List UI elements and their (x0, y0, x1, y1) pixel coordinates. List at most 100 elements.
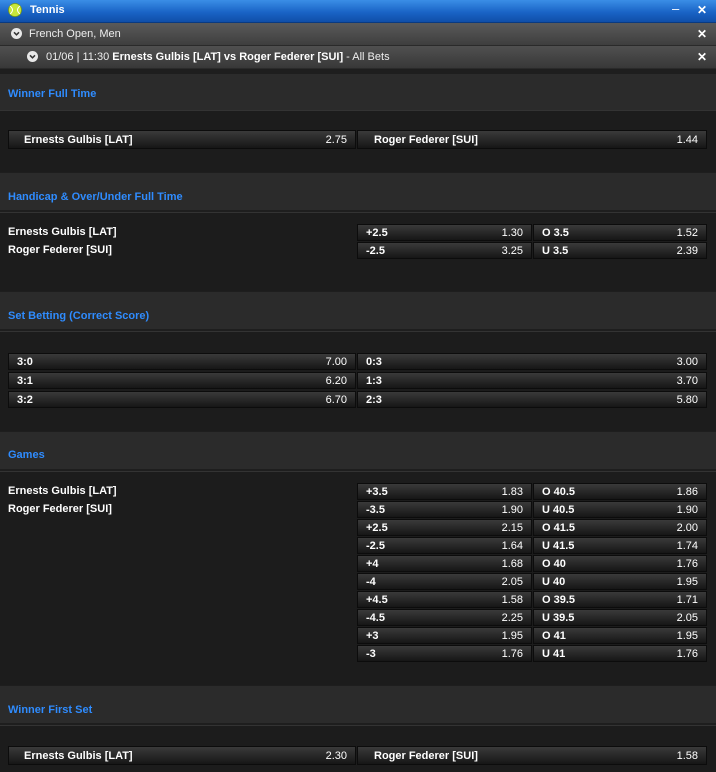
odds-button[interactable]: -4 2.05 (357, 573, 532, 590)
selection-label: -2.5 (366, 540, 385, 552)
odds-button[interactable]: +3.5 1.83 (357, 483, 532, 500)
odds-value: 1.76 (501, 648, 523, 660)
section-header-winner-full-time[interactable]: Winner Full Time (0, 74, 716, 111)
section-title: Games (8, 449, 45, 461)
odds-button[interactable]: 1:3 3.70 (357, 372, 707, 389)
close-icon[interactable]: ✕ (697, 3, 707, 17)
odds-value: 1.76 (676, 648, 698, 660)
odds-button[interactable]: Roger Federer [SUI] 1.44 (357, 130, 707, 149)
odds-value: 1.74 (676, 540, 698, 552)
odds-button[interactable]: U 39.5 2.05 (533, 609, 707, 626)
odds-button[interactable]: +2.5 1.30 (357, 224, 532, 241)
odds-value: 2.15 (501, 522, 523, 534)
odds-value: 2.00 (676, 522, 698, 534)
selection-name: Roger Federer [SUI] (374, 134, 478, 146)
close-icon[interactable]: ✕ (697, 50, 707, 64)
odds-button[interactable]: O 40 1.76 (533, 555, 707, 572)
odds-value: 1.30 (501, 227, 523, 239)
odds-value: 1.95 (501, 630, 523, 642)
selection-label: O 39.5 (542, 594, 576, 606)
section-body-winner-first-set: Ernests Gulbis [LAT] 2.30 Roger Federer … (0, 726, 716, 772)
odds-value: 1.64 (501, 540, 523, 552)
odds-button[interactable]: U 3.5 2.39 (533, 242, 707, 259)
window-titlebar: Tennis – ✕ (0, 0, 716, 23)
odds-button[interactable]: U 40 1.95 (533, 573, 707, 590)
odds-button[interactable]: +4.5 1.58 (357, 591, 532, 608)
odds-value: 6.20 (325, 375, 347, 387)
odds-button[interactable]: +2.5 2.15 (357, 519, 532, 536)
section-header-handicap[interactable]: Handicap & Over/Under Full Time (0, 173, 716, 210)
odds-value: 1.52 (676, 227, 698, 239)
odds-value: 1.86 (676, 486, 698, 498)
odds-button[interactable]: +4 1.68 (357, 555, 532, 572)
selection-label: O 3.5 (542, 227, 569, 239)
chevron-down-icon[interactable] (27, 51, 38, 62)
match-suffix: - All Bets (343, 51, 390, 63)
odds-value: 2.39 (676, 245, 698, 257)
odds-value: 1.95 (676, 630, 698, 642)
section-header-set-betting[interactable]: Set Betting (Correct Score) (0, 292, 716, 329)
selection-label: U 40.5 (542, 504, 575, 516)
odds-button[interactable]: U 40.5 1.90 (533, 501, 707, 518)
selection-label: -4.5 (366, 612, 385, 624)
section-title: Winner First Set (8, 704, 93, 716)
chevron-down-icon[interactable] (11, 28, 22, 39)
odds-button[interactable]: 0:3 3.00 (357, 353, 707, 370)
odds-button[interactable]: O 41 1.95 (533, 627, 707, 644)
odds-value: 2.25 (501, 612, 523, 624)
selection-label: +4 (366, 558, 379, 570)
odds-button[interactable]: O 3.5 1.52 (533, 224, 707, 241)
odds-button[interactable]: -3.5 1.90 (357, 501, 532, 518)
odds-button[interactable]: 3:1 6.20 (8, 372, 356, 389)
selection-label: +2.5 (366, 522, 388, 534)
close-icon[interactable]: ✕ (697, 27, 707, 41)
odds-button[interactable]: U 41 1.76 (533, 645, 707, 662)
selection-label: +3.5 (366, 486, 388, 498)
section-header-games[interactable]: Games (0, 432, 716, 469)
selection-label: O 41 (542, 630, 566, 642)
selection-label: O 40 (542, 558, 566, 570)
odds-button[interactable]: O 40.5 1.86 (533, 483, 707, 500)
minimize-icon[interactable]: – (672, 1, 679, 16)
window-title: Tennis (30, 4, 65, 16)
selection-label: +2.5 (366, 227, 388, 239)
odds-value: 2.05 (676, 612, 698, 624)
odds-value: 6.70 (325, 394, 347, 406)
match-title: 01/06 | 11:30 Ernests Gulbis [LAT] vs Ro… (46, 51, 390, 63)
match-bar[interactable]: 01/06 | 11:30 Ernests Gulbis [LAT] vs Ro… (0, 46, 716, 69)
selection-label: 2:3 (366, 394, 382, 406)
selection-label: U 40 (542, 576, 566, 588)
odds-button[interactable]: +3 1.95 (357, 627, 532, 644)
odds-button[interactable]: O 41.5 2.00 (533, 519, 707, 536)
odds-button[interactable]: -2.5 1.64 (357, 537, 532, 554)
tournament-bar[interactable]: French Open, Men ✕ (0, 23, 716, 46)
section-body-handicap: Ernests Gulbis [LAT] Roger Federer [SUI]… (0, 213, 716, 291)
odds-value: 1.58 (676, 750, 698, 762)
odds-value: 2.30 (325, 750, 347, 762)
odds-value: 7.00 (325, 356, 347, 368)
odds-button[interactable]: Roger Federer [SUI] 1.58 (357, 746, 707, 765)
odds-value: 3.00 (676, 356, 698, 368)
odds-button[interactable]: -2.5 3.25 (357, 242, 532, 259)
selection-label: U 41.5 (542, 540, 575, 552)
player-name: Ernests Gulbis [LAT] (8, 226, 117, 238)
selection-label: U 41 (542, 648, 566, 660)
odds-button[interactable]: 3:2 6.70 (8, 391, 356, 408)
odds-button[interactable]: Ernests Gulbis [LAT] 2.30 (8, 746, 356, 765)
odds-value: 1.76 (676, 558, 698, 570)
odds-button[interactable]: 3:0 7.00 (8, 353, 356, 370)
odds-value: 1.90 (676, 504, 698, 516)
match-time: 01/06 | 11:30 (46, 51, 113, 63)
section-title: Winner Full Time (8, 88, 97, 100)
odds-button[interactable]: -3 1.76 (357, 645, 532, 662)
selection-label: 3:1 (17, 375, 33, 387)
odds-button[interactable]: 2:3 5.80 (357, 391, 707, 408)
odds-button[interactable]: O 39.5 1.71 (533, 591, 707, 608)
odds-button[interactable]: U 41.5 1.74 (533, 537, 707, 554)
odds-value: 1.83 (501, 486, 523, 498)
odds-button[interactable]: Ernests Gulbis [LAT] 2.75 (8, 130, 356, 149)
selection-label: 0:3 (366, 356, 382, 368)
odds-button[interactable]: -4.5 2.25 (357, 609, 532, 626)
section-header-winner-first-set[interactable]: Winner First Set (0, 686, 716, 723)
selection-label: 1:3 (366, 375, 382, 387)
